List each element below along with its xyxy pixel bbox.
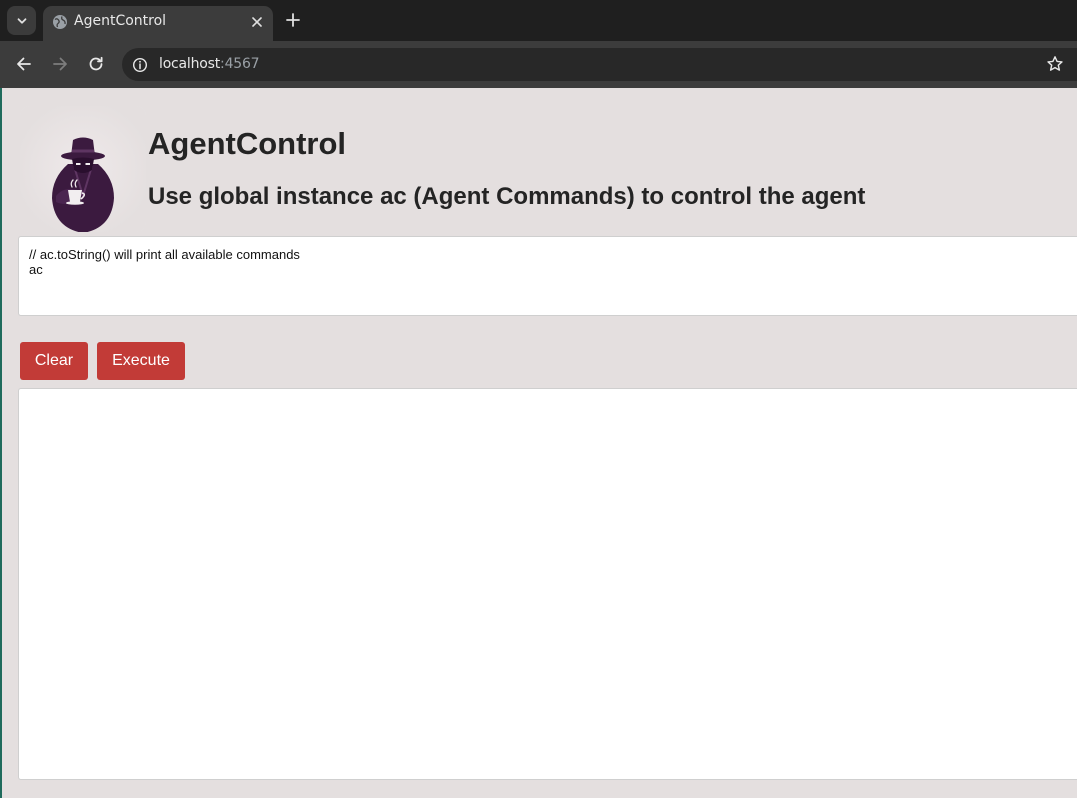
star-icon[interactable] bbox=[1046, 55, 1064, 73]
chevron-down-icon bbox=[17, 17, 26, 24]
address-bar[interactable]: localhost:4567 bbox=[122, 48, 1077, 81]
url-text: localhost:4567 bbox=[159, 56, 260, 72]
editor-line-code: ac bbox=[29, 262, 43, 277]
spy-detective-coffee-logo bbox=[20, 106, 146, 233]
page-title: AgentControl bbox=[148, 126, 347, 161]
page-content: AgentControl Use global instance ac (Age… bbox=[2, 88, 1077, 798]
arrow-left-icon[interactable] bbox=[14, 54, 34, 74]
editor-line-comment: // ac.toString() will print all availabl… bbox=[29, 247, 300, 262]
tab-strip: AgentControl bbox=[0, 0, 1077, 41]
info-icon[interactable] bbox=[132, 57, 148, 73]
tab-title: AgentControl bbox=[74, 13, 167, 29]
spy-detective-logo bbox=[20, 106, 146, 233]
browser-window: AgentControl localhost:4567 AgentControl… bbox=[0, 0, 1077, 798]
execute-button[interactable]: Execute bbox=[97, 342, 185, 380]
browser-tab[interactable]: AgentControl bbox=[43, 6, 273, 41]
tab-search-button[interactable] bbox=[7, 6, 36, 35]
close-icon[interactable] bbox=[250, 15, 264, 29]
command-editor[interactable]: // ac.toString() will print all availabl… bbox=[18, 236, 1077, 316]
clear-button[interactable]: Clear bbox=[20, 342, 88, 380]
page-subtitle: Use global instance ac (Agent Commands) … bbox=[148, 183, 866, 210]
plus-icon[interactable] bbox=[284, 11, 302, 29]
output-panel[interactable] bbox=[18, 388, 1077, 780]
globe-icon bbox=[53, 15, 67, 29]
browser-toolbar: localhost:4567 bbox=[0, 41, 1077, 88]
arrow-right-icon[interactable] bbox=[50, 54, 70, 74]
url-port: :4567 bbox=[220, 56, 260, 72]
reload-icon[interactable] bbox=[86, 54, 106, 74]
url-host: localhost bbox=[159, 56, 221, 72]
